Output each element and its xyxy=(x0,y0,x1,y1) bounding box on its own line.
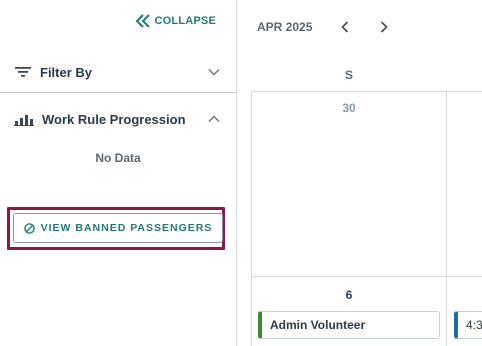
prev-month-button[interactable] xyxy=(335,16,355,38)
double-chevron-left-icon xyxy=(135,14,150,28)
view-banned-passengers-label: VIEW BANNED PASSENGERS xyxy=(40,222,213,234)
chevron-down-icon xyxy=(208,68,220,76)
collapse-label: COLLAPSE xyxy=(154,15,216,27)
view-banned-passengers-button[interactable]: VIEW BANNED PASSENGERS xyxy=(13,213,223,243)
bar-chart-icon xyxy=(14,115,34,126)
collapse-button[interactable]: COLLAPSE xyxy=(135,14,217,28)
sidebar-divider xyxy=(0,92,236,93)
calendar-gridline xyxy=(252,91,482,92)
chevron-up-icon xyxy=(208,115,220,123)
filter-by-section[interactable]: Filter By xyxy=(0,56,236,88)
work-rule-progression-section[interactable]: Work Rule Progression xyxy=(0,103,236,135)
calendar-gridline xyxy=(446,91,447,346)
sidebar: COLLAPSE Filter By Work Rule Progression… xyxy=(0,0,236,346)
filter-icon xyxy=(15,67,31,77)
event-label: 4:3 xyxy=(466,318,482,332)
chevron-left-icon xyxy=(341,21,349,33)
filter-by-label: Filter By xyxy=(40,64,93,80)
day-of-week-header: S xyxy=(344,68,353,82)
next-month-button[interactable] xyxy=(374,16,394,38)
calendar-header: APR 2025 xyxy=(237,0,482,56)
calendar-event[interactable]: Admin Volunteer xyxy=(258,311,440,339)
event-label: Admin Volunteer xyxy=(270,318,366,332)
work-rule-progression-label: Work Rule Progression xyxy=(42,111,186,127)
day-number: 30 xyxy=(342,101,356,115)
calendar-gridline xyxy=(252,276,482,277)
calendar-gridline xyxy=(251,91,252,346)
no-data-text: No Data xyxy=(95,151,141,165)
day-number: 6 xyxy=(345,288,353,302)
prohibited-icon xyxy=(23,222,35,234)
calendar-event[interactable]: 4:3 xyxy=(454,311,482,339)
chevron-right-icon xyxy=(380,21,388,33)
month-label: APR 2025 xyxy=(257,20,313,34)
